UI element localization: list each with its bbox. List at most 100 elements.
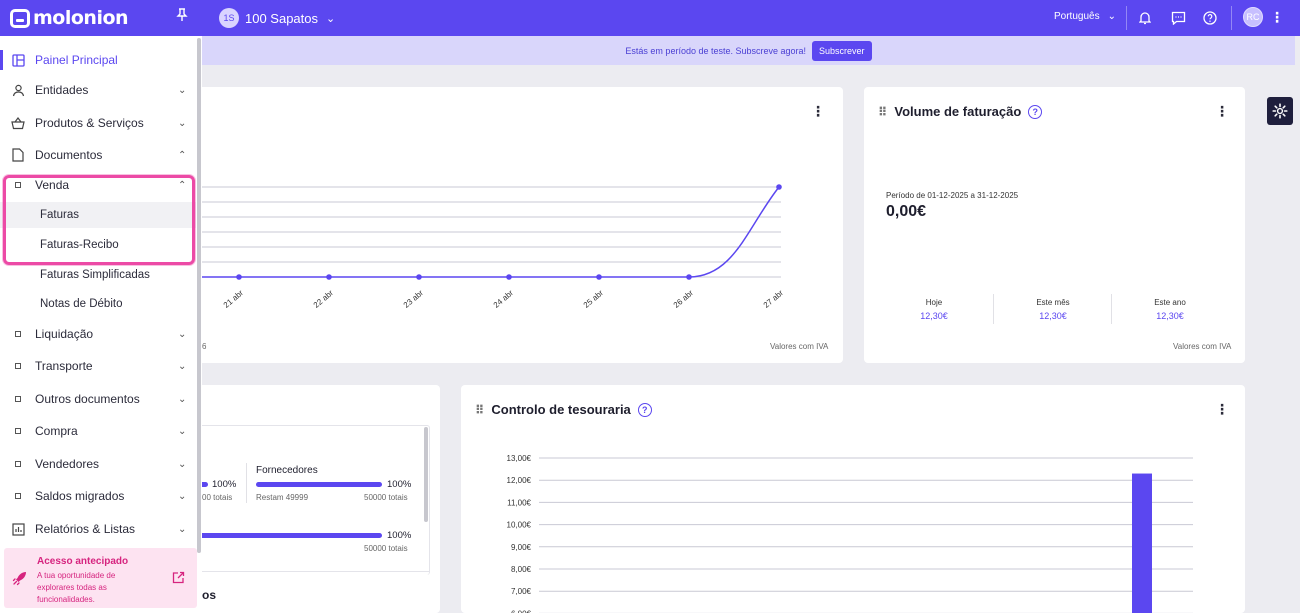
chevron-down-icon: ⌄ <box>178 360 187 372</box>
data-point <box>416 274 422 280</box>
pin-icon[interactable] <box>176 8 188 25</box>
bell-icon[interactable] <box>1135 8 1155 28</box>
sidebar-item-migrated-balances[interactable]: Saldos migrados ⌄ <box>0 482 196 510</box>
basket-icon <box>11 116 25 130</box>
data-point <box>596 274 602 280</box>
kpi-today: Hoje 12,30€ <box>904 298 964 321</box>
remaining-count: Restam 49999 <box>256 493 309 502</box>
sidebar-item-products[interactable]: Produtos & Serviços ⌄ <box>0 109 196 137</box>
billing-volume-title: Volume de faturação <box>894 104 1022 119</box>
progress-bar <box>256 482 382 487</box>
sidebar-item-label: Liquidação <box>35 327 94 341</box>
chevron-down-icon: ⌄ <box>178 84 187 96</box>
suppliers-label: Fornecedores <box>256 465 318 476</box>
sidebar-item-settlement[interactable]: Liquidação ⌄ <box>0 320 196 348</box>
x-tick-label: 26 abr <box>672 288 695 310</box>
y-tick-label: 13,00€ <box>507 454 532 463</box>
chevron-up-icon: ⌃ <box>178 149 187 161</box>
limits-card: 100% 00 totais Fornecedores 100% Restam … <box>180 385 440 613</box>
kpi-year: Este ano 12,30€ <box>1140 298 1200 321</box>
document-icon <box>11 148 25 162</box>
sidebar-item-reports[interactable]: Relatórios & Listas ⌄ <box>0 515 196 543</box>
sidebar-item-simplified-invoices[interactable]: Faturas Simplificadas <box>0 262 196 288</box>
square-bullet-icon <box>11 392 25 406</box>
chart-icon <box>11 522 25 536</box>
company-avatar: 1S <box>219 8 239 28</box>
sidebar-item-sellers[interactable]: Vendedores ⌄ <box>0 450 196 478</box>
sidebar-item-label: Entidades <box>35 83 89 97</box>
x-tick-label: 22 abr <box>312 288 335 310</box>
x-tick-label: 21 abr <box>222 288 245 310</box>
data-point <box>776 184 782 190</box>
progress-percent: 100% <box>387 530 412 541</box>
molonion-logo[interactable]: molonion <box>10 6 129 30</box>
data-point <box>506 274 512 280</box>
square-bullet-icon <box>11 489 25 503</box>
sidebar-item-dashboard[interactable]: Painel Principal <box>0 46 196 74</box>
topbar-divider <box>1126 6 1127 30</box>
sidebar-item-other-documents[interactable]: Outros documentos ⌄ <box>0 385 196 413</box>
sidebar-item-label: Saldos migrados <box>35 489 125 503</box>
early-access-promo[interactable]: Acesso antecipado A tua oportunidade de … <box>4 548 197 608</box>
promo-title: Acesso antecipado <box>37 556 129 567</box>
x-tick-label: 27 abr <box>762 288 785 310</box>
dashboard-icon <box>11 53 25 67</box>
help-icon[interactable] <box>1200 8 1220 28</box>
kpi-label: Hoje <box>925 298 943 307</box>
sidebar-item-transport[interactable]: Transporte ⌄ <box>0 352 196 380</box>
language-label: Português <box>1054 11 1100 22</box>
sidebar-item-documents[interactable]: Documentos ⌃ <box>0 141 196 169</box>
rocket-icon <box>12 570 28 589</box>
help-icon[interactable]: ? <box>1028 104 1043 119</box>
kpi-month: Este mês 12,30€ <box>1023 298 1083 321</box>
sidebar-scrollbar[interactable] <box>197 38 201 553</box>
y-tick-label: 7,00€ <box>511 587 532 596</box>
bar <box>1132 473 1152 613</box>
chat-icon[interactable] <box>1168 8 1188 28</box>
user-icon <box>11 83 25 97</box>
progress-bar <box>194 533 382 538</box>
y-tick-label: 8,00€ <box>511 565 532 574</box>
sidebar-item-entities[interactable]: Entidades ⌄ <box>0 76 196 104</box>
progress-percent: 100% <box>212 479 237 490</box>
card-menu-icon[interactable]: ⋮ <box>1215 103 1229 120</box>
billing-volume-card: ⠿ Volume de faturação ? ⋮ Período de 01-… <box>864 87 1245 363</box>
external-link-icon[interactable] <box>172 571 185 587</box>
sidebar: Painel Principal Entidades ⌄ Produtos & … <box>0 36 202 613</box>
limits-scrollbar[interactable] <box>424 427 428 522</box>
chevron-down-icon: ⌄ <box>178 328 187 340</box>
treasury-bar-chart: 13,00€ 12,00€ 11,00€ 10,00€ 9,00€ 8,00€ 7,00€ 6… <box>507 454 1193 613</box>
sales-chart-card: ⋮ 21 abr 22 abr 23 abr 24 abr 25 abr 26 abr 27… <box>180 87 843 363</box>
chevron-down-icon: ⌄ <box>178 425 187 437</box>
sidebar-item-label: Transporte <box>35 359 93 373</box>
user-avatar[interactable]: RC <box>1243 7 1263 27</box>
logo-icon <box>10 8 30 28</box>
settings-gear-button[interactable] <box>1267 97 1293 125</box>
chevron-down-icon: ⌄ <box>178 393 187 405</box>
drag-handle-icon[interactable]: ⠿ <box>878 105 887 119</box>
chevron-down-icon: ⌄ <box>1107 11 1116 22</box>
company-selector[interactable]: 1S 100 Sapatos ⌄ <box>219 7 335 29</box>
x-tick-label: 24 abr <box>492 288 515 310</box>
language-selector[interactable]: Português ⌄ <box>1054 11 1116 22</box>
topbar-divider <box>1231 6 1232 30</box>
progress-total: 00 totais <box>202 493 233 502</box>
limits-divider <box>246 463 247 503</box>
trial-text: Estás em período de teste. Subscreve ago… <box>625 45 807 56</box>
sidebar-item-purchase[interactable]: Compra ⌄ <box>0 417 196 445</box>
sidebar-item-label: Notas de Débito <box>40 298 123 310</box>
kpi-label: Este ano <box>1154 298 1186 307</box>
sidebar-item-debit-notes[interactable]: Notas de Débito <box>0 291 196 317</box>
more-options-icon[interactable]: ⋮ <box>1270 9 1284 26</box>
chevron-down-icon: ⌄ <box>178 117 187 129</box>
vat-note: Valores com IVA <box>1173 342 1232 351</box>
sales-line-chart: 21 abr 22 abr 23 abr 24 abr 25 abr 26 abr 27 a… <box>200 184 785 310</box>
sidebar-item-label: Faturas Simplificadas <box>40 269 150 281</box>
subscribe-button[interactable]: Subscrever <box>812 40 872 61</box>
square-bullet-icon <box>11 457 25 471</box>
progress-total: 50000 totais <box>364 544 408 553</box>
chart-footer-left: 6 <box>202 342 207 351</box>
chevron-down-icon: ⌄ <box>178 490 187 502</box>
kpi-label: Este mês <box>1036 298 1070 307</box>
kpi-value: 12,30€ <box>1156 311 1184 321</box>
